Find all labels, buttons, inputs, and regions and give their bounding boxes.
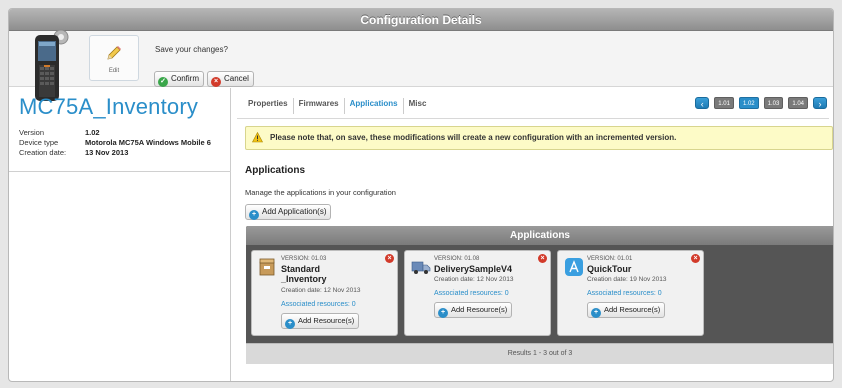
config-properties: Version 1.02 Device type Motorola MC75A … (19, 128, 211, 158)
warning-banner: Please note that, on save, these modific… (245, 126, 833, 150)
app-name-line: Standard (281, 264, 321, 274)
pencil-icon (107, 46, 121, 60)
toolbar: Edit Save your changes? ✓ Confirm × Cancel (9, 29, 833, 101)
prop-key: Device type (19, 138, 59, 147)
cancel-label: Cancel (224, 74, 249, 83)
app-version: VERSION: 01.08 (434, 256, 480, 262)
close-icon: × (693, 255, 698, 262)
results-count: Results 1 - 3 out of 3 (246, 343, 833, 364)
add-resource-label: Add Resource(s) (298, 316, 355, 325)
section-title: Applications (245, 165, 306, 176)
prop-value: Motorola MC75A Windows Mobile 6 (85, 138, 211, 147)
warning-icon (252, 132, 263, 143)
tab-misc[interactable]: Misc (404, 98, 432, 114)
app-name-line: DeliverySampleV4 (434, 264, 513, 274)
remove-application-button[interactable]: × (691, 254, 700, 263)
app-name: QuickTour (587, 264, 697, 274)
add-application-label: Add Application(s) (262, 207, 327, 216)
add-resource-button[interactable]: + Add Resource(s) (434, 302, 513, 318)
version-button[interactable]: 1.04 (788, 97, 808, 109)
app-name: Standard _Inventory (281, 264, 391, 284)
arrow-left-icon: ‹ (700, 99, 704, 109)
close-circle-icon: × (211, 77, 221, 87)
add-resource-label: Add Resource(s) (451, 305, 508, 314)
app-name-line: QuickTour (587, 264, 632, 274)
edit-button[interactable]: Edit (89, 35, 139, 81)
app-creation-date: Creation date: 19 Nov 2013 (587, 276, 667, 283)
cancel-button[interactable]: × Cancel (207, 71, 254, 87)
box-icon (259, 258, 275, 276)
app-associated-resources[interactable]: Associated resources: 0 (281, 301, 356, 308)
confirm-label: Confirm (171, 74, 200, 83)
config-summary-panel: MC75A_Inventory Version 1.02 Device type… (9, 88, 231, 381)
app-associated-resources[interactable]: Associated resources: 0 (587, 290, 662, 297)
plus-circle-icon: + (438, 308, 448, 318)
prop-row: Creation date: 13 Nov 2013 (19, 148, 211, 158)
version-button[interactable]: 1.01 (714, 97, 734, 109)
tab-firmwares[interactable]: Firmwares (294, 98, 345, 114)
add-resource-label: Add Resource(s) (604, 305, 661, 314)
window-title: Configuration Details (9, 9, 833, 31)
prop-row: Device type Motorola MC75A Windows Mobil… (19, 138, 211, 148)
add-resource-button[interactable]: + Add Resource(s) (281, 313, 360, 329)
arrow-right-icon: › (818, 99, 822, 109)
prop-key: Version (19, 128, 45, 137)
prev-version-button[interactable]: ‹ (695, 97, 710, 109)
plus-circle-icon: + (285, 319, 295, 329)
version-button[interactable]: 1.02 (738, 97, 759, 109)
remove-application-button[interactable]: × (538, 254, 547, 263)
plus-circle-icon: + (249, 210, 259, 220)
app-creation-date: Creation date: 12 Nov 2013 (281, 287, 361, 294)
app-name: DeliverySampleV4 (434, 264, 544, 274)
applications-panel-title: Applications (246, 226, 833, 245)
save-question: Save your changes? (155, 45, 228, 54)
config-name: MC75A_Inventory (19, 94, 199, 119)
version-button[interactable]: 1.03 (763, 97, 784, 109)
next-version-button[interactable]: › (813, 97, 827, 109)
app-associated-resources[interactable]: Associated resources: 0 (434, 290, 509, 297)
check-icon: ✓ (158, 77, 168, 87)
section-description: Manage the applications in your configur… (245, 188, 396, 197)
edit-label: Edit (108, 68, 120, 74)
app-version: VERSION: 01.01 (587, 256, 633, 262)
main-content: Properties Firmwares Applications Misc ‹… (237, 88, 833, 381)
plus-circle-icon: + (591, 308, 601, 318)
app-store-icon (565, 258, 583, 276)
prop-value: 1.02 (85, 128, 100, 137)
applications-panel: Applications VERSION: 01.03 Standard _In… (246, 226, 833, 364)
add-application-button[interactable]: + Add Application(s) (245, 204, 332, 220)
remove-application-button[interactable]: × (385, 254, 394, 263)
tab-properties[interactable]: Properties (243, 98, 294, 114)
truck-icon (411, 261, 431, 274)
close-icon: × (387, 255, 392, 262)
version-navigator: ‹ 1.01 1.02 1.03 1.04 › (695, 97, 827, 109)
confirm-button[interactable]: ✓ Confirm (154, 71, 205, 87)
app-version: VERSION: 01.03 (281, 256, 327, 262)
app-name-line: _Inventory (281, 274, 327, 284)
app-creation-date: Creation date: 12 Nov 2013 (434, 276, 514, 283)
applications-list: VERSION: 01.03 Standard _Inventory Creat… (246, 245, 833, 343)
application-card: VERSION: 01.08 DeliverySampleV4 Creation… (404, 250, 551, 336)
tabs-divider (237, 118, 829, 119)
application-card: VERSION: 01.03 Standard _Inventory Creat… (251, 250, 398, 336)
close-icon: × (540, 255, 545, 262)
prop-row: Version 1.02 (19, 128, 211, 138)
warning-text: Please note that, on save, these modific… (270, 133, 677, 142)
tab-applications[interactable]: Applications (345, 98, 404, 114)
prop-value: 13 Nov 2013 (85, 148, 129, 157)
tab-bar: Properties Firmwares Applications Misc (243, 98, 431, 114)
prop-key: Creation date: (19, 148, 67, 157)
application-card: VERSION: 01.01 QuickTour Creation date: … (557, 250, 704, 336)
add-resource-button[interactable]: + Add Resource(s) (587, 302, 666, 318)
divider (9, 171, 231, 172)
configuration-window: Configuration Details Edit Save your cha… (8, 8, 834, 382)
